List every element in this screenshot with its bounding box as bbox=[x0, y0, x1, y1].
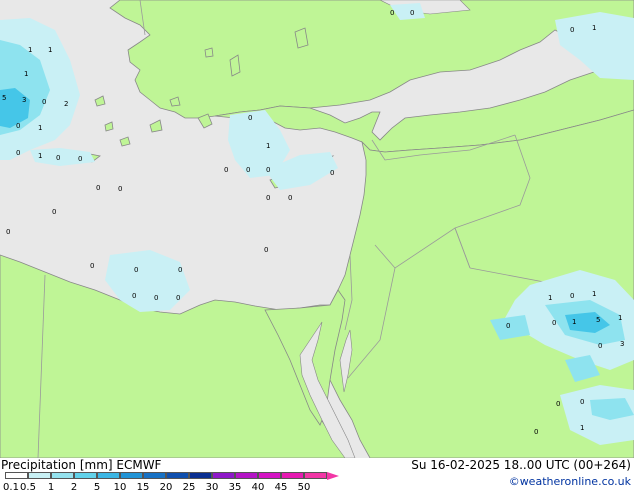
precip-value-label: 5 bbox=[2, 94, 6, 102]
scale-tick-label: 5 bbox=[93, 482, 101, 493]
scale-tick-label: 10 bbox=[113, 482, 127, 493]
scale-tick-label: 0.1 bbox=[3, 482, 19, 493]
precip-value-label: 0 bbox=[390, 9, 394, 17]
precip-value-label: 1 bbox=[266, 142, 270, 150]
precip-value-label: 0 bbox=[132, 292, 136, 300]
scale-segment bbox=[120, 472, 143, 479]
precip-value-label: 0 bbox=[224, 166, 228, 174]
precip-value-label: 0 bbox=[410, 9, 414, 17]
scale-tick-label: 0.5 bbox=[20, 482, 36, 493]
precip-value-label: 1 bbox=[548, 294, 552, 302]
map-footer: Precipitation [mm] ECMWF Su 16-02-2025 1… bbox=[0, 458, 634, 493]
precip-value-label: 0 bbox=[90, 262, 94, 270]
precip-value-label: 0 bbox=[266, 166, 270, 174]
precip-value-label: 2 bbox=[64, 100, 68, 108]
precip-value-label: 0 bbox=[6, 228, 10, 236]
precip-value-label: 0 bbox=[178, 266, 182, 274]
scale-tick-label: 25 bbox=[182, 482, 196, 493]
scale-segment bbox=[212, 472, 235, 479]
scale-segment bbox=[74, 472, 97, 479]
precip-value-label: 1 bbox=[618, 314, 622, 322]
scale-tick-label: 45 bbox=[274, 482, 288, 493]
precip-value-label: 5 bbox=[596, 316, 600, 324]
precip-value-label: 1 bbox=[38, 152, 42, 160]
precip-value-label: 0 bbox=[134, 266, 138, 274]
precip-value-label: 1 bbox=[592, 24, 596, 32]
scale-tick-label: 20 bbox=[159, 482, 173, 493]
precip-value-label: 1 bbox=[580, 424, 584, 432]
precip-value-label: 0 bbox=[56, 154, 60, 162]
precip-value-label: 0 bbox=[154, 294, 158, 302]
scale-segment bbox=[97, 472, 120, 479]
precip-value-label: 1 bbox=[572, 318, 576, 326]
precip-value-label: 1 bbox=[24, 70, 28, 78]
precip-value-label: 0 bbox=[288, 194, 292, 202]
precip-value-label: 0 bbox=[52, 208, 56, 216]
scale-segment bbox=[5, 472, 28, 479]
scale-tick-label: 40 bbox=[251, 482, 265, 493]
land-island-8 bbox=[204, 47, 214, 58]
precip-value-label: 0 bbox=[534, 428, 538, 436]
precip-value-label: 0 bbox=[580, 398, 584, 406]
scale-tick-label: 30 bbox=[205, 482, 219, 493]
precip-value-label: 0 bbox=[246, 166, 250, 174]
precip-value-label: 0 bbox=[16, 149, 20, 157]
precip-value-label: 0 bbox=[266, 194, 270, 202]
precip-value-label: 0 bbox=[330, 169, 334, 177]
precip-value-label: 1 bbox=[28, 46, 32, 54]
precip-value-label: 0 bbox=[552, 319, 556, 327]
scale-tick-label: 50 bbox=[297, 482, 311, 493]
scale-segment bbox=[166, 472, 189, 479]
precip-value-label: 1 bbox=[38, 124, 42, 132]
precip-value-label: 0 bbox=[78, 155, 82, 163]
scale-tick-label: 1 bbox=[47, 482, 55, 493]
map-title: Precipitation [mm] ECMWF bbox=[1, 458, 162, 472]
precip-value-label: 0 bbox=[506, 322, 510, 330]
forecast-datetime: Su 16-02-2025 18..00 UTC (00+264) bbox=[411, 458, 631, 472]
scale-segment bbox=[258, 472, 281, 479]
precip-value-label: 0 bbox=[570, 26, 574, 34]
precip-value-label: 1 bbox=[592, 290, 596, 298]
precip-value-label: 0 bbox=[176, 294, 180, 302]
precip-value-label: 0 bbox=[16, 122, 20, 130]
scale-segment bbox=[28, 472, 51, 479]
precip-value-label: 0 bbox=[264, 246, 268, 254]
scale-arrow bbox=[327, 472, 339, 480]
precipitation-map-view: 1115302010100000100000000000000000011010… bbox=[0, 0, 634, 493]
precip-value-label: 1 bbox=[48, 46, 52, 54]
scale-tick-label: 35 bbox=[228, 482, 242, 493]
precip-value-label: 0 bbox=[42, 98, 46, 106]
precip-value-label: 0 bbox=[570, 292, 574, 300]
scale-tick-label: 15 bbox=[136, 482, 150, 493]
scale-tick-label: 2 bbox=[70, 482, 78, 493]
precip-value-label: 0 bbox=[96, 184, 100, 192]
precip-value-label: 0 bbox=[118, 185, 122, 193]
precip-value-label: 0 bbox=[556, 400, 560, 408]
credit-link[interactable]: ©weatheronline.co.uk bbox=[509, 475, 631, 488]
scale-segment bbox=[304, 472, 327, 479]
scale-segment bbox=[143, 472, 166, 479]
scale-segment bbox=[281, 472, 304, 479]
scale-segment bbox=[235, 472, 258, 479]
scale-segment bbox=[189, 472, 212, 479]
precip-value-label: 0 bbox=[248, 114, 252, 122]
precip-value-label: 0 bbox=[598, 342, 602, 350]
precip-value-label: 3 bbox=[620, 340, 624, 348]
map-canvas: 1 1 1 5 3 0 2 0 1 0 1 0 0 0 0 0 1 0 0 0 0 0 0 0 0 0 0 0 0 0 0 0 0 0 0 1 1 0 1 0… bbox=[0, 0, 634, 458]
precip-value-label: 3 bbox=[22, 96, 26, 104]
scale-segment bbox=[51, 472, 74, 479]
